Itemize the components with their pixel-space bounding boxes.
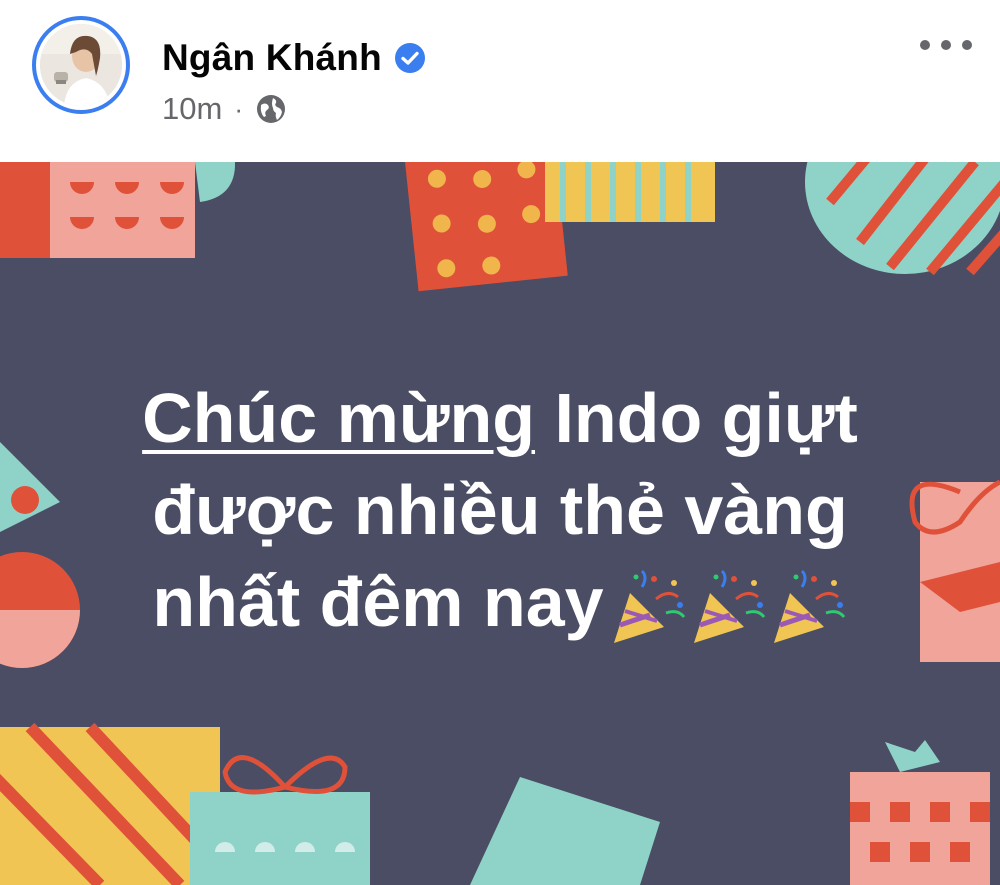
status-link-text[interactable]: Chúc mừng [142, 379, 535, 457]
author-name-row: Ngân Khánh [162, 30, 426, 86]
facebook-post: Ngân Khánh 10m · Chúc mừng Indo giựt đượ… [0, 0, 1000, 885]
more-dot [941, 40, 951, 50]
party-popper-icon [773, 569, 845, 643]
status-text: Chúc mừng Indo giựt được nhiều thẻ vàng … [70, 372, 930, 648]
more-dot [962, 40, 972, 50]
globe-icon [256, 95, 285, 123]
post-meta: 10m · [162, 88, 287, 130]
status-line-1: Chúc mừng Indo giựt [70, 372, 930, 464]
author-name[interactable]: Ngân Khánh [162, 37, 382, 79]
status-background-card: Chúc mừng Indo giựt được nhiều thẻ vàng … [0, 162, 1000, 885]
post-timestamp[interactable]: 10m [162, 91, 222, 127]
status-line-3: nhất đêm nay [70, 556, 930, 648]
status-line-1-rest: Indo giựt [535, 379, 858, 457]
party-popper-icon [613, 569, 685, 643]
verified-badge-icon [394, 43, 425, 73]
emoji-row [608, 569, 848, 647]
meta-separator: · [234, 93, 243, 124]
more-dot [920, 40, 930, 50]
party-popper-icon [693, 569, 765, 643]
avatar[interactable] [32, 16, 130, 114]
post-header: Ngân Khánh 10m · [0, 0, 1000, 162]
status-line-2: được nhiều thẻ vàng [152, 471, 848, 549]
avatar-photo [40, 24, 122, 106]
status-line-3-text: nhất đêm nay [152, 563, 604, 641]
more-options-icon[interactable] [920, 30, 972, 60]
